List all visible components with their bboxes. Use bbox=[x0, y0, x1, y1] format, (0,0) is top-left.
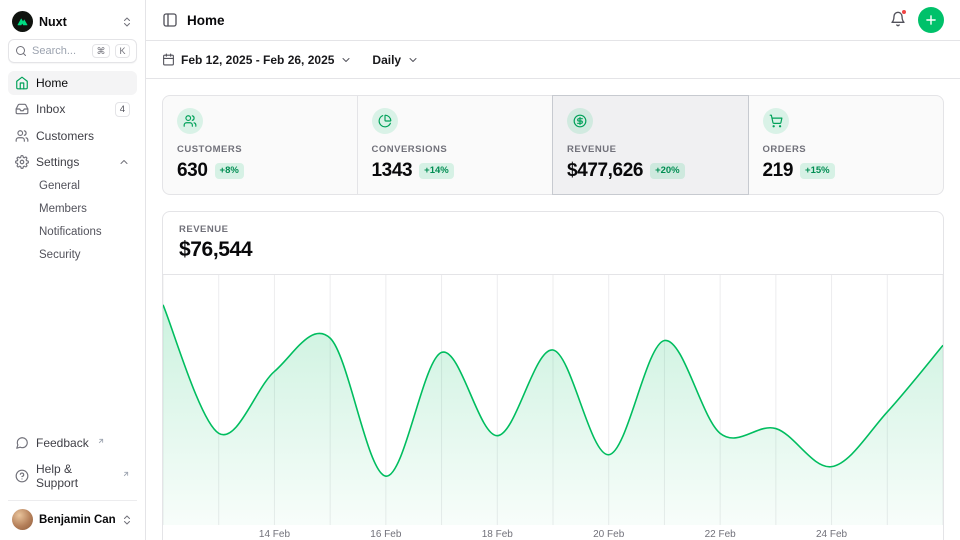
period-select[interactable]: Daily bbox=[372, 53, 419, 67]
stat-card-customers[interactable]: CUSTOMERS 630 +8% bbox=[162, 95, 358, 195]
pie-chart-icon bbox=[372, 108, 398, 134]
user-menu[interactable]: Benjamin Canac bbox=[8, 500, 137, 532]
user-name: Benjamin Canac bbox=[39, 514, 115, 526]
inbox-count-badge: 4 bbox=[115, 102, 130, 117]
app-shell: Nuxt Search... ⌘ K Home Inbox 4 Customer… bbox=[0, 0, 960, 540]
notification-dot bbox=[901, 9, 907, 15]
stat-delta-badge: +20% bbox=[650, 163, 685, 179]
chart-total-value: $76,544 bbox=[179, 238, 927, 262]
help-support-label: Help & Support bbox=[36, 462, 114, 490]
cart-icon bbox=[763, 108, 789, 134]
nuxt-logo bbox=[12, 11, 33, 32]
chevrons-up-down-icon bbox=[121, 16, 133, 28]
feedback-icon bbox=[15, 436, 29, 450]
x-axis-label: 22 Feb bbox=[705, 529, 736, 540]
sidebar-item-label: Settings bbox=[36, 155, 79, 169]
kbd-k: K bbox=[115, 44, 130, 58]
sidebar-item-security[interactable]: Security bbox=[8, 245, 137, 266]
stat-value: 219 bbox=[763, 160, 794, 182]
stat-card-orders[interactable]: ORDERS 219 +15% bbox=[748, 95, 945, 195]
help-icon bbox=[15, 469, 29, 483]
chevron-down-icon bbox=[407, 54, 419, 66]
search-input[interactable]: Search... ⌘ K bbox=[8, 39, 137, 63]
stat-card-conversions[interactable]: CONVERSIONS 1343 +14% bbox=[357, 95, 554, 195]
team-switcher[interactable]: Nuxt bbox=[8, 8, 137, 39]
date-range-label: Feb 12, 2025 - Feb 26, 2025 bbox=[181, 53, 334, 67]
sidebar-nav: Home Inbox 4 Customers Settings General … bbox=[8, 71, 137, 266]
stat-delta-badge: +14% bbox=[419, 163, 454, 179]
x-axis-label: 18 Feb bbox=[482, 529, 513, 540]
chart-title: REVENUE bbox=[179, 224, 927, 235]
sidebar-item-settings[interactable]: Settings bbox=[8, 150, 137, 174]
stat-card-revenue[interactable]: REVENUE $477,626 +20% bbox=[552, 95, 749, 195]
x-axis-label: 20 Feb bbox=[593, 529, 624, 540]
sidebar-item-label: Home bbox=[36, 76, 68, 90]
x-axis: 14 Feb 16 Feb 18 Feb 20 Feb 22 Feb 24 Feb bbox=[163, 525, 943, 540]
stat-label: CONVERSIONS bbox=[372, 144, 539, 155]
search-icon bbox=[15, 45, 27, 57]
notifications-button[interactable] bbox=[890, 11, 906, 30]
revenue-chart-panel: REVENUE $76,544 14 Feb 16 Feb 18 Feb 20 Feb… bbox=[162, 211, 944, 540]
gear-icon bbox=[15, 155, 29, 169]
settings-submenu: General Members Notifications Security bbox=[8, 176, 137, 266]
stat-value: 630 bbox=[177, 160, 208, 182]
calendar-icon bbox=[162, 53, 175, 66]
kbd-meta: ⌘ bbox=[92, 44, 110, 58]
inbox-icon bbox=[15, 102, 29, 116]
revenue-area-chart bbox=[163, 275, 943, 525]
page-header: Home bbox=[146, 0, 960, 41]
sidebar-item-notifications[interactable]: Notifications bbox=[8, 222, 137, 243]
period-label: Daily bbox=[372, 53, 401, 67]
chevrons-up-down-icon bbox=[121, 514, 133, 526]
dollar-circle-icon bbox=[567, 108, 593, 134]
users-icon bbox=[15, 129, 29, 143]
header-actions bbox=[890, 7, 944, 33]
chevron-down-icon bbox=[340, 54, 352, 66]
team-name: Nuxt bbox=[39, 15, 67, 29]
feedback-label: Feedback bbox=[36, 436, 89, 450]
stat-label: CUSTOMERS bbox=[177, 144, 343, 155]
feedback-link[interactable]: Feedback bbox=[8, 431, 137, 455]
sidebar-footer: Feedback Help & Support bbox=[8, 431, 137, 500]
sidebar-item-home[interactable]: Home bbox=[8, 71, 137, 95]
chevron-up-icon bbox=[118, 156, 130, 168]
page-title: Home bbox=[187, 13, 225, 28]
sidebar-item-members[interactable]: Members bbox=[8, 199, 137, 220]
x-axis-label: 14 Feb bbox=[259, 529, 290, 540]
external-link-icon bbox=[122, 470, 130, 478]
stat-delta-badge: +8% bbox=[215, 163, 244, 179]
x-axis-label: 24 Feb bbox=[816, 529, 847, 540]
filter-toolbar: Feb 12, 2025 - Feb 26, 2025 Daily bbox=[146, 41, 960, 79]
help-support-link[interactable]: Help & Support bbox=[8, 457, 137, 495]
home-icon bbox=[15, 76, 29, 90]
sidebar: Nuxt Search... ⌘ K Home Inbox 4 Customer… bbox=[0, 0, 146, 540]
stats-row: CUSTOMERS 630 +8% CONVERSIONS 1343 +14% bbox=[162, 95, 944, 195]
panel-left-icon[interactable] bbox=[162, 12, 178, 28]
external-link-icon bbox=[97, 437, 105, 445]
stat-delta-badge: +15% bbox=[800, 163, 835, 179]
stat-value: $477,626 bbox=[567, 160, 643, 182]
avatar bbox=[12, 509, 33, 530]
stat-label: REVENUE bbox=[567, 144, 734, 155]
sidebar-item-customers[interactable]: Customers bbox=[8, 124, 137, 148]
stat-label: ORDERS bbox=[763, 144, 930, 155]
sidebar-item-inbox[interactable]: Inbox 4 bbox=[8, 97, 137, 122]
sidebar-item-label: Customers bbox=[36, 129, 94, 143]
sidebar-spacer bbox=[8, 266, 137, 432]
x-axis-label: 16 Feb bbox=[370, 529, 401, 540]
sidebar-item-label: Inbox bbox=[36, 102, 65, 116]
users-icon bbox=[177, 108, 203, 134]
chart-plot-area bbox=[163, 275, 943, 525]
stat-value: 1343 bbox=[372, 160, 413, 182]
date-range-picker[interactable]: Feb 12, 2025 - Feb 26, 2025 bbox=[162, 53, 352, 67]
plus-icon bbox=[924, 13, 938, 27]
add-button[interactable] bbox=[918, 7, 944, 33]
dashboard-content: CUSTOMERS 630 +8% CONVERSIONS 1343 +14% bbox=[146, 79, 960, 540]
chart-header: REVENUE $76,544 bbox=[163, 212, 943, 275]
main-panel: Home Feb 12, 2025 - Feb 26, 2025 Daily bbox=[146, 0, 960, 540]
sidebar-item-general[interactable]: General bbox=[8, 176, 137, 197]
search-placeholder: Search... bbox=[32, 45, 87, 57]
